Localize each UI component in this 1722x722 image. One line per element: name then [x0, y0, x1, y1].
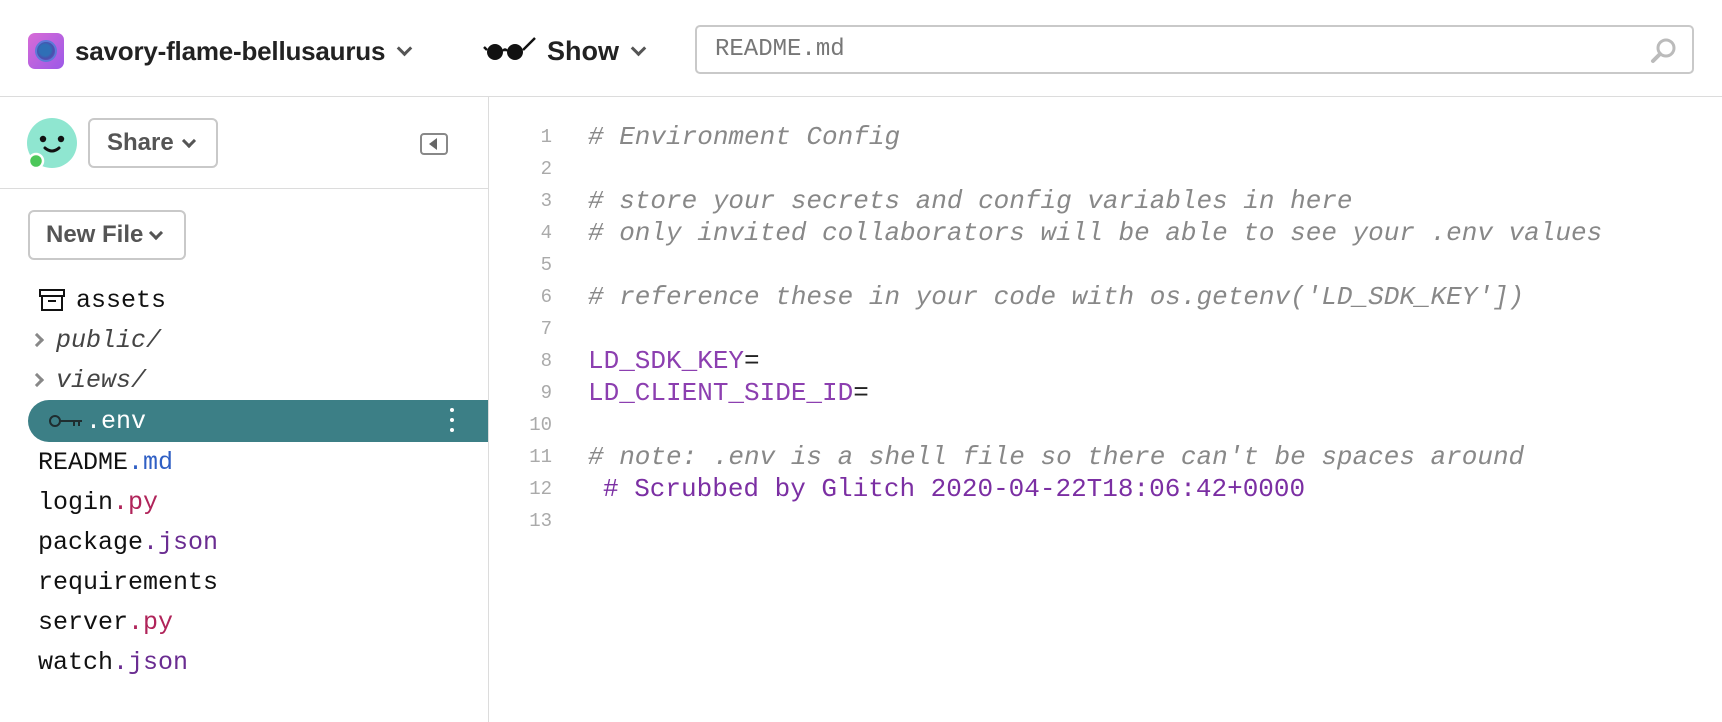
new-file-label: New File	[46, 221, 144, 248]
file-item-readme[interactable]: README .md	[38, 442, 498, 482]
file-name: .env	[86, 406, 147, 436]
line-number: 4	[540, 222, 552, 244]
code-text: # store your secrets and config variable…	[588, 186, 1353, 216]
file-item-env[interactable]: .env	[28, 400, 488, 442]
project-menu[interactable]: savory-flame-bellusaurus	[28, 33, 413, 69]
line-number: 9	[540, 382, 552, 404]
env-key: LD_SDK_KEY	[588, 346, 745, 376]
code-text: LD_CLIENT_SIDE_ID=	[588, 378, 869, 408]
file-name: watch	[38, 647, 114, 677]
project-name: savory-flame-bellusaurus	[75, 35, 386, 66]
chevron-down-icon	[149, 225, 164, 240]
code-line: 12 # Scrubbed by Glitch 2020-04-22T18:06…	[490, 473, 1722, 505]
file-name: package	[38, 527, 144, 557]
file-search	[695, 25, 1694, 74]
env-key: LD_CLIENT_SIDE_ID	[588, 378, 854, 408]
code-editor[interactable]: 1 # Environment Config 2 3 # store your …	[490, 97, 1722, 722]
file-item-login[interactable]: login .py	[38, 482, 498, 522]
new-file-button[interactable]: New File	[28, 210, 186, 260]
archive-icon	[38, 288, 66, 312]
key-icon	[48, 411, 84, 431]
line-number: 13	[529, 510, 552, 532]
line-number: 5	[540, 254, 552, 276]
line-number: 10	[529, 414, 552, 436]
line-number: 11	[529, 446, 552, 468]
code-line: 4 # only invited collaborators will be a…	[490, 217, 1722, 249]
code-text: # Scrubbed by Glitch 2020-04-22T18:06:42…	[603, 474, 1306, 504]
file-item-server[interactable]: server .py	[38, 602, 498, 642]
line-number: 6	[540, 286, 552, 308]
file-name: assets	[76, 285, 167, 315]
show-label: Show	[547, 35, 619, 66]
file-options-icon[interactable]	[450, 408, 456, 432]
file-extension: .md	[128, 447, 174, 477]
glasses-icon	[483, 34, 537, 69]
share-button[interactable]: Share	[88, 118, 218, 168]
sidebar: Share New File assets public/ views/ .en…	[0, 97, 489, 722]
file-name: requirements	[38, 567, 219, 597]
line-number: 3	[540, 190, 552, 212]
collapse-sidebar-button[interactable]	[420, 133, 448, 155]
user-avatar[interactable]	[26, 117, 78, 170]
file-extension: .json	[113, 647, 189, 677]
file-item-requirements[interactable]: requirements	[38, 562, 498, 602]
folder-name: public/	[56, 325, 162, 355]
file-item-watch[interactable]: watch .json	[38, 642, 498, 682]
code-line: 6 # reference these in your code with os…	[490, 281, 1722, 313]
code-line: 7	[490, 313, 1722, 345]
file-name: login	[38, 487, 114, 517]
line-number: 1	[540, 126, 552, 148]
line-number: 12	[529, 478, 552, 500]
chevron-down-icon	[396, 40, 413, 56]
chevron-right-icon	[29, 372, 45, 388]
share-label: Share	[107, 129, 174, 156]
file-name: server	[38, 607, 129, 637]
show-menu[interactable]: Show	[483, 33, 647, 69]
file-extension: .py	[113, 487, 159, 517]
project-avatar-icon	[28, 33, 64, 69]
top-bar: savory-flame-bellusaurus Show	[0, 0, 1722, 97]
code-line: 3 # store your secrets and config variab…	[490, 185, 1722, 217]
code-text: # reference these in your code with os.g…	[588, 282, 1525, 312]
chevron-right-icon	[29, 332, 45, 348]
search-input[interactable]	[715, 27, 1635, 72]
equals-sign: =	[744, 346, 760, 376]
line-number: 8	[540, 350, 552, 372]
chevron-down-icon	[181, 133, 196, 148]
file-extension: .py	[128, 607, 174, 637]
code-line: 1 # Environment Config	[490, 121, 1722, 153]
code-text: # only invited collaborators will be abl…	[588, 218, 1603, 248]
file-item-assets[interactable]: assets	[28, 280, 488, 320]
code-line: 8 LD_SDK_KEY=	[490, 345, 1722, 377]
code-line: 5	[490, 249, 1722, 281]
code-line: 9 LD_CLIENT_SIDE_ID=	[490, 377, 1722, 409]
code-line: 11 # note: .env is a shell file so there…	[490, 441, 1722, 473]
code-text: LD_SDK_KEY=	[588, 346, 760, 376]
file-name: README	[38, 447, 129, 477]
code-line: 2	[490, 153, 1722, 185]
equals-sign: =	[853, 378, 869, 408]
sidebar-header: Share	[0, 97, 488, 189]
code-line: 10	[490, 409, 1722, 441]
file-item-package[interactable]: package .json	[38, 522, 498, 562]
search-icon[interactable]	[1650, 37, 1678, 70]
chevron-down-icon	[630, 40, 647, 56]
code-line: 13	[490, 505, 1722, 537]
file-extension: .json	[143, 527, 219, 557]
folder-name: views/	[56, 365, 147, 395]
folder-item-views[interactable]: views/	[28, 360, 488, 400]
folder-item-public[interactable]: public/	[28, 320, 488, 360]
line-number: 7	[540, 318, 552, 340]
collapse-icon	[429, 138, 437, 150]
code-text: # Environment Config	[588, 122, 901, 152]
line-number: 2	[540, 158, 552, 180]
code-text: # note: .env is a shell file so there ca…	[588, 442, 1525, 472]
